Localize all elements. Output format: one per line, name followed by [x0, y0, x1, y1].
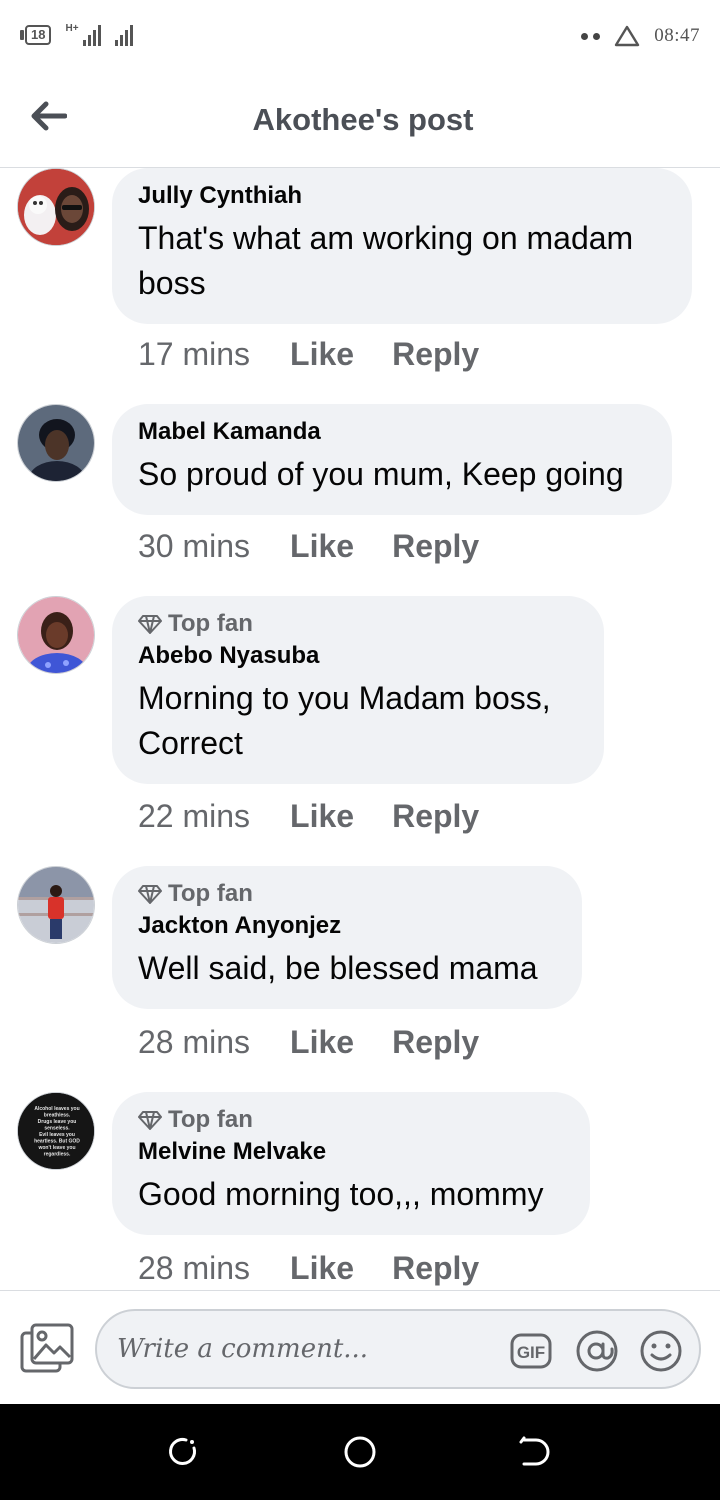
comment-text: Good morning too,,, mommy: [138, 1172, 564, 1217]
gif-button[interactable]: GIF: [509, 1329, 553, 1373]
avatar[interactable]: [17, 168, 95, 246]
mention-button[interactable]: [575, 1329, 619, 1373]
avatar[interactable]: [17, 404, 95, 482]
battery-icon: 18: [20, 25, 52, 45]
comment-actions: 28 mins Like Reply: [138, 1024, 479, 1061]
comment-author[interactable]: Jackton Anyonjez: [138, 912, 556, 940]
like-button[interactable]: Like: [290, 1250, 354, 1287]
gif-label: GIF: [517, 1343, 545, 1362]
top-fan-badge: Top fan: [138, 880, 556, 908]
gif-icon: GIF: [510, 1333, 552, 1369]
recents-button[interactable]: [166, 1434, 202, 1470]
signal-icon-secondary: [114, 24, 133, 46]
top-fan-label: Top fan: [168, 880, 253, 907]
comment-text-line: Well said, be blessed mama: [138, 950, 538, 986]
avatar-quote-line: won't leave you: [37, 1145, 75, 1151]
network-type: H+: [65, 23, 79, 34]
comment-text-line: So proud of you mum, Keep going: [138, 456, 624, 492]
back-nav-icon: [519, 1436, 550, 1466]
status-time: 08:47: [654, 25, 700, 46]
photo-icon: [20, 1323, 74, 1373]
at-icon: [576, 1330, 618, 1372]
diamond-icon: [138, 615, 162, 634]
page-title: Akothee's post: [252, 102, 474, 137]
avatar-quote-line: regardless.: [44, 1152, 71, 1158]
comment-time[interactable]: 22 mins: [138, 798, 250, 835]
system-nav-bar: [0, 1404, 720, 1500]
avatar-quote-line: Evil leaves you: [39, 1132, 75, 1138]
comment-author[interactable]: Abebo Nyasuba: [138, 642, 578, 670]
avatar[interactable]: [17, 866, 95, 944]
status-left: 18 H+: [20, 24, 133, 46]
comment-bubble[interactable]: Top fan Jackton Anyonjez Well said, be b…: [112, 866, 582, 1009]
reply-button[interactable]: Reply: [392, 798, 479, 835]
avatar[interactable]: [17, 596, 95, 674]
alert-triangle-icon: [615, 25, 640, 47]
status-right: 08:47: [581, 24, 700, 48]
comment-actions: 17 mins Like Reply: [138, 336, 479, 373]
top-fan-badge: Top fan: [138, 1106, 564, 1134]
home-icon: [344, 1436, 376, 1468]
comment-time[interactable]: 30 mins: [138, 528, 250, 565]
emoji-button[interactable]: [639, 1329, 683, 1373]
comment-text: So proud of you mum, Keep going: [138, 452, 646, 497]
comment-bubble[interactable]: Top fan Abebo Nyasuba Morning to you Mad…: [112, 596, 604, 784]
like-button[interactable]: Like: [290, 336, 354, 373]
photo-button[interactable]: [20, 1323, 74, 1375]
recents-icon: [169, 1438, 196, 1465]
diamond-icon: [138, 1111, 162, 1130]
comment-text-line: Morning to you Madam boss,: [138, 680, 551, 716]
comment-bubble[interactable]: Mabel Kamanda So proud of you mum, Keep …: [112, 404, 672, 515]
comment-input[interactable]: [117, 1325, 497, 1373]
comment-composer: GIF: [0, 1290, 720, 1404]
avatar[interactable]: Alcohol leaves you breathless. Drugs leave…: [17, 1092, 95, 1170]
more-dots-icon: [581, 32, 601, 40]
comment-text: Morning to you Madam boss, Correct: [138, 676, 578, 766]
like-button[interactable]: Like: [290, 528, 354, 565]
reply-button[interactable]: Reply: [392, 528, 479, 565]
status-bar: 18 H+ 08:47: [0, 0, 720, 72]
comment-actions: 22 mins Like Reply: [138, 798, 479, 835]
comment-text-line: Good morning too,,, mommy: [138, 1176, 544, 1212]
comment-text: That's what am working on madam boss: [138, 216, 666, 306]
avatar-quote-line: senseless.: [44, 1126, 70, 1132]
comment-bubble[interactable]: Jully Cynthiah That's what am working on…: [112, 168, 692, 324]
diamond-icon: [138, 885, 162, 904]
avatar-quote-line: breathless.: [44, 1113, 71, 1119]
comment-bubble[interactable]: Top fan Melvine Melvake Good morning too…: [112, 1092, 590, 1235]
comment-text-line: That's what am working on madam: [138, 220, 634, 256]
back-nav-button[interactable]: [518, 1434, 554, 1470]
top-fan-badge: Top fan: [138, 610, 578, 638]
emoji-icon: [640, 1330, 682, 1372]
reply-button[interactable]: Reply: [392, 1024, 479, 1061]
avatar-quote-line: Alcohol leaves you: [34, 1106, 79, 1112]
comment-text: Well said, be blessed mama: [138, 946, 556, 991]
avatar-quote-line: Drugs leave you: [38, 1119, 77, 1125]
comment-actions: 30 mins Like Reply: [138, 528, 479, 565]
comment-author[interactable]: Melvine Melvake: [138, 1138, 564, 1166]
top-fan-label: Top fan: [168, 610, 253, 637]
reply-button[interactable]: Reply: [392, 336, 479, 373]
comment-text-line: boss: [138, 265, 206, 301]
comment-time[interactable]: 17 mins: [138, 336, 250, 373]
reply-button[interactable]: Reply: [392, 1250, 479, 1287]
top-fan-label: Top fan: [168, 1106, 253, 1133]
comment-box: GIF: [95, 1309, 701, 1389]
comment-time[interactable]: 28 mins: [138, 1250, 250, 1287]
avatar-quote-line: heartless. But GOD: [34, 1139, 80, 1145]
like-button[interactable]: Like: [290, 798, 354, 835]
header: Akothee's post: [0, 72, 720, 168]
comment-author[interactable]: Jully Cynthiah: [138, 182, 666, 210]
battery-level: 18: [25, 25, 52, 45]
comment-actions: 28 mins Like Reply: [138, 1250, 479, 1287]
comments-list[interactable]: Jully Cynthiah That's what am working on…: [0, 168, 720, 1290]
comment-time[interactable]: 28 mins: [138, 1024, 250, 1061]
signal-icon: H+: [65, 23, 101, 46]
like-button[interactable]: Like: [290, 1024, 354, 1061]
comment-text-line: Correct: [138, 725, 243, 761]
comment-author[interactable]: Mabel Kamanda: [138, 418, 646, 446]
home-button[interactable]: [342, 1434, 378, 1470]
